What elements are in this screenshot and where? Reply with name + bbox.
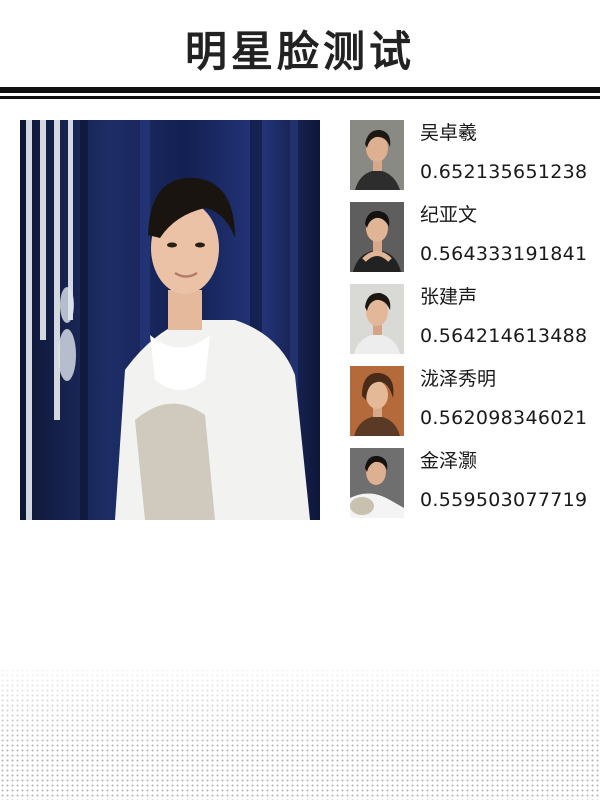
dotted-pattern-footer: [0, 668, 600, 800]
match-thumbnail: [350, 448, 404, 518]
query-photo: [20, 120, 320, 520]
match-item: 纪亚文 0.564333191841: [350, 202, 595, 272]
match-score: 0.652135651238: [420, 161, 588, 183]
match-thumbnail: [350, 284, 404, 354]
match-score: 0.559503077719: [420, 489, 588, 511]
match-item: 泷泽秀明 0.562098346021: [350, 366, 595, 436]
match-score: 0.564333191841: [420, 243, 588, 265]
match-name: 纪亚文: [420, 204, 478, 226]
page-title: 明星脸测试: [184, 27, 415, 76]
match-item: 张建声 0.564214613488: [350, 284, 595, 354]
title-divider-thin: [0, 96, 600, 99]
match-thumbnail: [350, 366, 404, 436]
match-thumbnail: [350, 202, 404, 272]
match-name: 张建声: [420, 286, 478, 308]
match-item: 金泽灏 0.559503077719: [350, 448, 595, 518]
match-name: 金泽灏: [420, 450, 478, 472]
title-divider-thick: [0, 87, 600, 93]
match-score: 0.562098346021: [420, 407, 588, 429]
match-score: 0.564214613488: [420, 325, 588, 347]
match-name: 泷泽秀明: [420, 368, 497, 390]
match-item: 吴卓羲 0.652135651238: [350, 120, 595, 190]
match-thumbnail: [350, 120, 404, 190]
match-name: 吴卓羲: [420, 122, 478, 144]
